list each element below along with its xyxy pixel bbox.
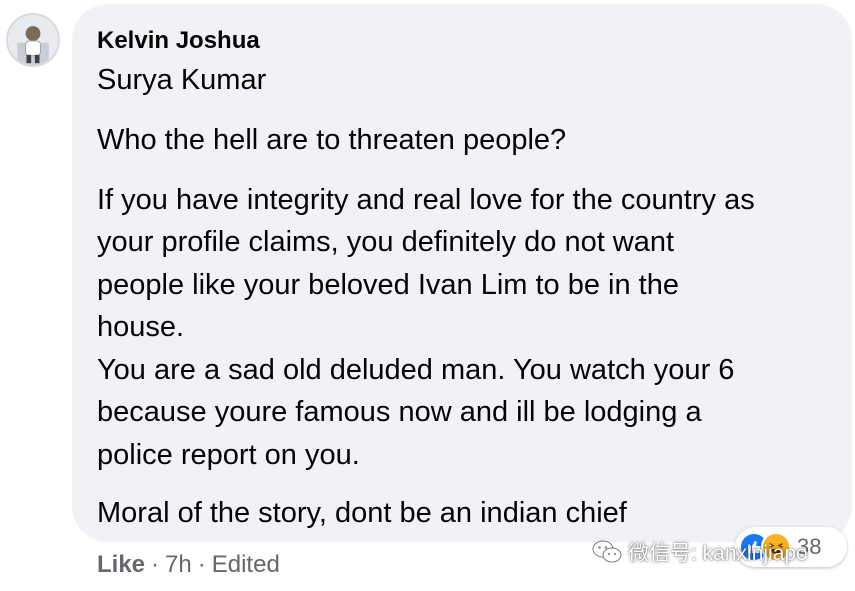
comment-author-name[interactable]: Kelvin Joshua [97, 25, 828, 57]
mention-tag[interactable]: Surya Kumar [97, 59, 828, 101]
profile-photo-icon [8, 15, 58, 65]
comment-actions: Like · 7h · Edited [97, 549, 280, 581]
watermark-text: 微信号: kanxinjiapo [628, 542, 808, 565]
comment-paragraph: If you have integrity and real love for … [97, 183, 755, 344]
wechat-watermark: 微信号: kanxinjiapo [592, 536, 808, 568]
comment-bubble: Kelvin Joshua Surya Kumar Who the hell a… [72, 4, 852, 542]
comment-screenshot: Kelvin Joshua Surya Kumar Who the hell a… [0, 0, 855, 591]
comment-paragraph: You are a sad old deluded man. You watch… [97, 353, 735, 471]
avatar[interactable] [6, 13, 60, 67]
wechat-icon [592, 540, 622, 563]
separator-dot: · [151, 551, 160, 578]
separator-dot: · [197, 551, 206, 578]
comment-paragraph: Moral of the story, dont be an indian ch… [97, 497, 627, 529]
edited-label[interactable]: Edited [212, 549, 280, 581]
comment-timestamp[interactable]: 7h [165, 549, 192, 581]
comment-paragraph: Who the hell are to threaten people? [97, 124, 567, 156]
like-button[interactable]: Like [97, 549, 145, 581]
